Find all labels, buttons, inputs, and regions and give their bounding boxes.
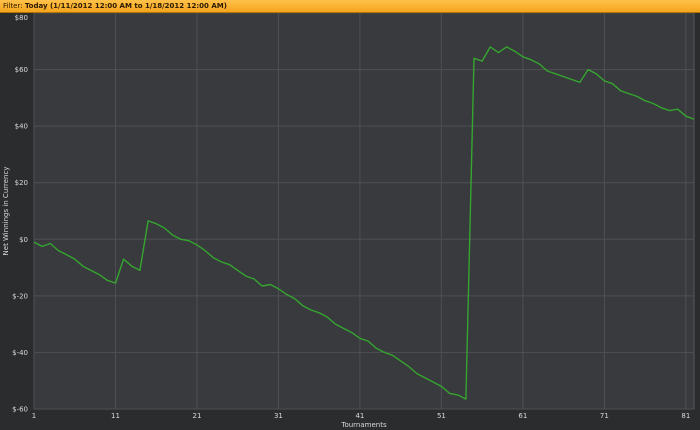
x-tick-label: 81 <box>681 412 690 420</box>
y-axis-ticks: $80 $60 $40 $20 $0 $-20 $-40 $-60 <box>12 14 28 414</box>
y-tick-label: $60 <box>15 66 28 74</box>
y-tick-label: $0 <box>19 236 28 244</box>
chart-area: $80 $60 $40 $20 $0 $-20 $-40 $-60 1 11 21 31 41 51 61… <box>0 13 700 430</box>
filter-label: Filter: <box>3 2 23 10</box>
y-tick-label: $-60 <box>12 406 28 414</box>
x-tick-label: 21 <box>193 412 202 420</box>
x-tick-label: 61 <box>518 412 527 420</box>
y-tick-label: $20 <box>15 179 28 187</box>
x-tick-label: 41 <box>355 412 364 420</box>
x-tick-label: 31 <box>274 412 283 420</box>
filter-bar[interactable]: Filter: Today (1/11/2012 12:00 AM to 1/1… <box>0 0 700 13</box>
y-tick-label: $-40 <box>12 349 28 357</box>
net-winnings-chart: $80$60$40$20$0$-20$-40$-60 1 11 21 31 41 51 61… <box>2 13 695 429</box>
y-axis-title: Net Winnings in Currency <box>2 167 10 256</box>
x-tick-label: 11 <box>111 412 120 420</box>
y-tick-label: $-20 <box>12 292 28 300</box>
x-tick-label: 71 <box>600 412 609 420</box>
x-tick-label: 51 <box>437 412 446 420</box>
x-tick-label: 1 <box>32 412 36 420</box>
x-axis-title: Tournaments <box>340 421 387 429</box>
filter-value[interactable]: Today (1/11/2012 12:00 AM to 1/18/2012 1… <box>25 2 227 10</box>
y-tick-label: $80 <box>15 14 28 22</box>
x-axis-ticks: 1 11 21 31 41 51 61 71 81 <box>32 412 691 420</box>
y-tick-label: $40 <box>15 123 28 131</box>
